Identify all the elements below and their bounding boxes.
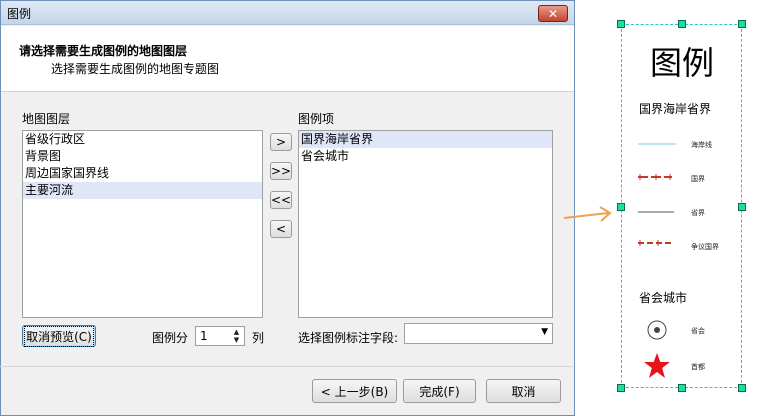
legend-section-title: 国界海岸省界 (639, 102, 712, 116)
legend-item-label: 海岸线 (691, 141, 712, 149)
remove-all-button-label: << (270, 193, 292, 207)
provincial-capital-symbol-icon (647, 320, 667, 340)
spin-up-icon[interactable]: ▲ (230, 328, 243, 336)
cancel-button[interactable]: 取消 (486, 379, 561, 403)
resize-handle[interactable] (678, 20, 686, 28)
window-title: 图例 (7, 7, 32, 21)
columns-stepper[interactable]: 1 ▲ ▼ (195, 326, 245, 346)
resize-handle[interactable] (678, 384, 686, 392)
add-all-button-label: >> (270, 164, 292, 178)
legend-item-label: 首都 (691, 363, 705, 371)
cancel-preview-label: 取消预览(C) (24, 325, 94, 347)
star-icon (644, 353, 670, 378)
close-icon: ✕ (547, 6, 559, 21)
remove-all-button[interactable]: << (270, 191, 292, 209)
resize-handle[interactable] (617, 20, 625, 28)
legend-item-label: 省界 (691, 209, 705, 217)
legend-item-label: 省会 (691, 327, 705, 335)
add-button[interactable]: > (270, 133, 292, 151)
provincial-border-symbol-icon (638, 211, 674, 213)
field-select[interactable]: ▼ (404, 323, 553, 344)
list-item[interactable]: 周边国家国界线 (23, 165, 262, 182)
resize-handle[interactable] (738, 20, 746, 28)
add-all-button[interactable]: >> (270, 162, 292, 180)
columns-label: 图例分 (152, 331, 189, 345)
back-button[interactable]: < 上一步(B) (312, 379, 397, 403)
columns-value: 1 (200, 329, 208, 343)
legend-item-label: 争议国界 (691, 243, 719, 251)
spin-down-icon[interactable]: ▼ (230, 336, 243, 344)
resize-handle[interactable] (617, 203, 625, 211)
resize-handle[interactable] (738, 384, 746, 392)
wizard-header: 请选择需要生成图例的地图图层 选择需要生成图例的地图专题图 (1, 26, 574, 92)
map-layers-label: 地图图层 (22, 112, 71, 126)
legend-items-list[interactable]: 国界海岸省界 省会城市 (298, 130, 553, 318)
columns-unit: 列 (252, 331, 265, 345)
finish-button-label: 完成(F) (419, 384, 460, 399)
finish-button[interactable]: 完成(F) (403, 379, 476, 403)
list-item[interactable]: 省会城市 (299, 148, 552, 165)
add-button-label: > (275, 135, 287, 149)
title-bar[interactable]: 图例 ✕ (1, 1, 574, 25)
remove-button-label: < (275, 222, 287, 236)
chevron-down-icon[interactable]: ▼ (541, 327, 548, 337)
list-item[interactable]: 主要河流 (23, 182, 262, 199)
field-label: 选择图例标注字段: (298, 331, 399, 345)
legend-title: 图例 (650, 44, 715, 82)
cancel-button-label: 取消 (511, 384, 536, 399)
close-button[interactable]: ✕ (538, 5, 568, 22)
header-subtitle: 选择需要生成图例的地图专题图 (51, 62, 220, 76)
list-item[interactable]: 背景图 (23, 148, 262, 165)
coastline-symbol-icon (638, 143, 676, 145)
resize-handle[interactable] (738, 203, 746, 211)
map-layers-list[interactable]: 省级行政区 背景图 周边国家国界线 主要河流 (22, 130, 263, 318)
arrow-right-icon (563, 206, 612, 222)
list-item[interactable]: 国界海岸省界 (299, 131, 552, 148)
footer-divider (0, 366, 573, 367)
legend-item-label: 国界 (691, 175, 705, 183)
disputed-border-symbol-icon (638, 240, 672, 246)
national-border-symbol-icon (638, 174, 672, 180)
header-title: 请选择需要生成图例的地图图层 (19, 44, 188, 58)
legend-items-label: 图例项 (298, 112, 335, 126)
back-button-label: < 上一步(B) (320, 384, 389, 399)
remove-button[interactable]: < (270, 220, 292, 238)
list-item[interactable]: 省级行政区 (23, 131, 262, 148)
resize-handle[interactable] (617, 384, 625, 392)
legend-section-title: 省会城市 (639, 291, 688, 305)
cancel-preview-button[interactable]: 取消预览(C) (22, 325, 96, 347)
